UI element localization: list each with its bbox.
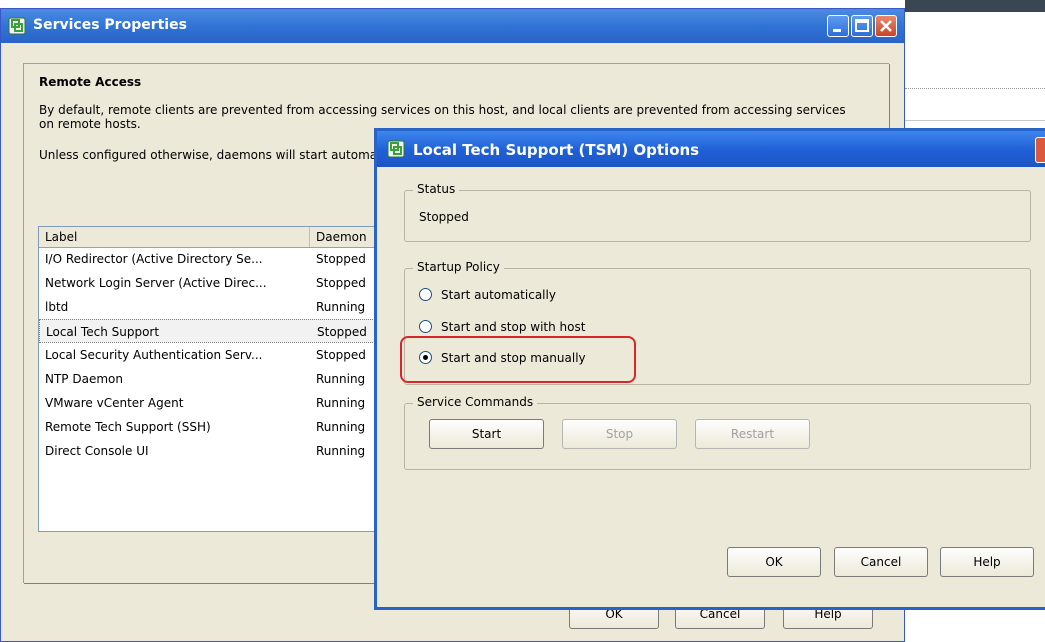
status-group: Status Stopped xyxy=(404,182,1031,242)
radio-button-icon[interactable] xyxy=(419,288,432,301)
minimize-icon xyxy=(833,29,841,32)
radio-button-icon[interactable] xyxy=(419,320,432,333)
radio-label: Start automatically xyxy=(441,288,556,302)
radio-label: Start and stop with host xyxy=(441,320,586,334)
row-label: Local Security Authentication Serv... xyxy=(45,348,263,362)
background-topbar xyxy=(905,0,1045,12)
status-legend: Status xyxy=(413,182,460,196)
status-value: Stopped xyxy=(419,210,469,224)
dialog-cancel-button[interactable]: Cancel xyxy=(834,547,928,577)
row-label: Local Tech Support xyxy=(46,325,160,339)
description-text: By default, remote clients are prevented… xyxy=(39,103,846,131)
annotation-highlight xyxy=(400,336,636,383)
startup-policy-legend: Startup Policy xyxy=(413,260,504,274)
tsm-options-dialog: Local Tech Support (TSM) Options Status … xyxy=(374,128,1045,610)
row-label: lbtd xyxy=(45,300,69,314)
services-titlebar[interactable]: Services Properties xyxy=(1,9,904,43)
restart-button[interactable]: Restart xyxy=(695,419,810,449)
maximize-icon xyxy=(855,19,869,32)
dialog-ok-button[interactable]: OK xyxy=(727,547,821,577)
row-label: I/O Redirector (Active Directory Se... xyxy=(45,252,263,266)
service-commands-legend: Service Commands xyxy=(413,395,538,409)
column-header-label[interactable]: Label xyxy=(39,227,310,247)
row-label: NTP Daemon xyxy=(45,372,123,386)
window-title: Services Properties xyxy=(33,17,187,33)
tsm-titlebar[interactable]: Local Tech Support (TSM) Options xyxy=(377,131,1045,167)
row-label: VMware vCenter Agent xyxy=(45,396,184,410)
dialog-title: Local Tech Support (TSM) Options xyxy=(413,141,700,159)
background-separator xyxy=(905,120,1045,121)
maximize-button[interactable] xyxy=(851,15,873,37)
dialog-help-button[interactable]: Help xyxy=(940,547,1034,577)
row-label: Direct Console UI xyxy=(45,444,149,458)
minimize-button[interactable] xyxy=(827,15,849,37)
row-label: Network Login Server (Active Direc... xyxy=(45,276,267,290)
close-icon xyxy=(880,20,892,32)
section-title: Remote Access xyxy=(39,75,142,89)
row-label: Remote Tech Support (SSH) xyxy=(45,420,211,434)
vsphere-app-icon xyxy=(8,17,26,35)
dialog-close-button[interactable] xyxy=(1035,137,1045,163)
stop-button[interactable]: Stop xyxy=(562,419,677,449)
daemon-description-text: Unless configured otherwise, daemons wil… xyxy=(39,148,385,162)
start-button[interactable]: Start xyxy=(429,419,544,449)
background-dotted-line xyxy=(905,88,1045,89)
service-commands-group: Service Commands Start Stop Restart xyxy=(404,395,1031,470)
close-button[interactable] xyxy=(875,15,897,37)
vsphere-app-icon xyxy=(387,140,405,158)
